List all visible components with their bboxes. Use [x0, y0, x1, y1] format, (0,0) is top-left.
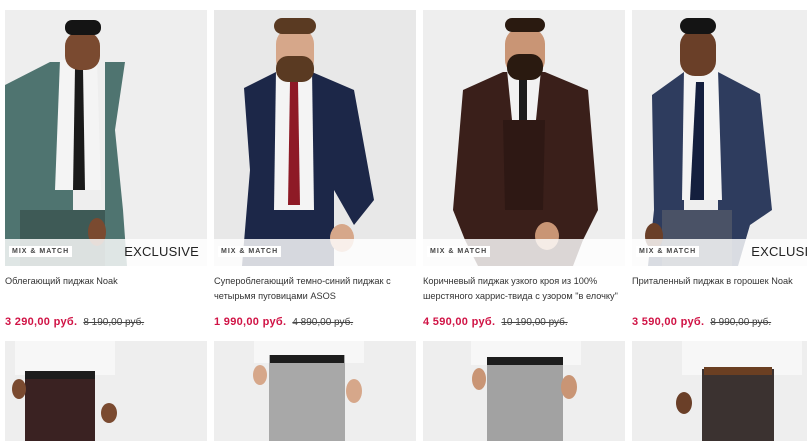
model-figure: [253, 341, 364, 441]
product-image[interactable]: MIX & MATCH: [423, 10, 625, 266]
badge-bar: MIX & MATCH: [423, 239, 625, 266]
model-figure: [676, 341, 802, 441]
current-price: 1 990,00 руб.: [214, 316, 287, 328]
product-title[interactable]: Приталенный пиджак в горошек Noak: [632, 274, 807, 289]
model-figure: [645, 18, 772, 266]
product-price: 3 590,00 руб. 8 990,00 руб.: [632, 316, 771, 328]
product-title[interactable]: Коричневый пиджак узкого кроя из 100% ше…: [423, 274, 621, 304]
current-price: 3 590,00 руб.: [632, 316, 705, 328]
model-figure: [12, 341, 117, 441]
model-figure: [471, 341, 581, 441]
mix-match-badge: MIX & MATCH: [218, 246, 282, 257]
badge-bar: MIX & MATCH EXCLUSIVE: [5, 239, 207, 266]
mix-match-badge: MIX & MATCH: [636, 246, 700, 257]
old-price: 4 890,00 руб.: [292, 317, 354, 328]
product-title[interactable]: Облегающий пиджак Noak: [5, 274, 203, 289]
badge-bar: MIX & MATCH: [214, 239, 416, 266]
model-figure: [242, 18, 374, 266]
current-price: 4 590,00 руб.: [423, 316, 496, 328]
current-price: 3 290,00 руб.: [5, 316, 78, 328]
product-price: 1 990,00 руб. 4 890,00 руб.: [214, 316, 353, 328]
product-image[interactable]: MIX & MATCH EXCLUSIVE: [5, 10, 207, 266]
exclusive-label: EXCLUSIVE: [751, 244, 807, 259]
product-image[interactable]: [5, 341, 207, 441]
product-price: 3 290,00 руб. 8 190,00 руб.: [5, 316, 144, 328]
product-image[interactable]: MIX & MATCH EXCLUSIVE: [632, 10, 807, 266]
old-price: 10 190,00 руб.: [501, 317, 568, 328]
mix-match-badge: MIX & MATCH: [427, 246, 491, 257]
product-image[interactable]: [214, 341, 416, 441]
product-image[interactable]: MIX & MATCH: [214, 10, 416, 266]
product-price: 4 590,00 руб. 10 190,00 руб.: [423, 316, 568, 328]
badge-bar: MIX & MATCH EXCLUSIVE: [632, 239, 807, 266]
old-price: 8 990,00 руб.: [710, 317, 772, 328]
product-title[interactable]: Супероблегающий темно-синий пиджак с чет…: [214, 274, 412, 304]
product-image[interactable]: [632, 341, 807, 441]
old-price: 8 190,00 руб.: [83, 317, 145, 328]
model-figure: [453, 18, 598, 266]
exclusive-label: EXCLUSIVE: [124, 244, 199, 259]
product-image[interactable]: [423, 341, 625, 441]
model-figure: [5, 20, 127, 266]
mix-match-badge: MIX & MATCH: [9, 246, 73, 257]
